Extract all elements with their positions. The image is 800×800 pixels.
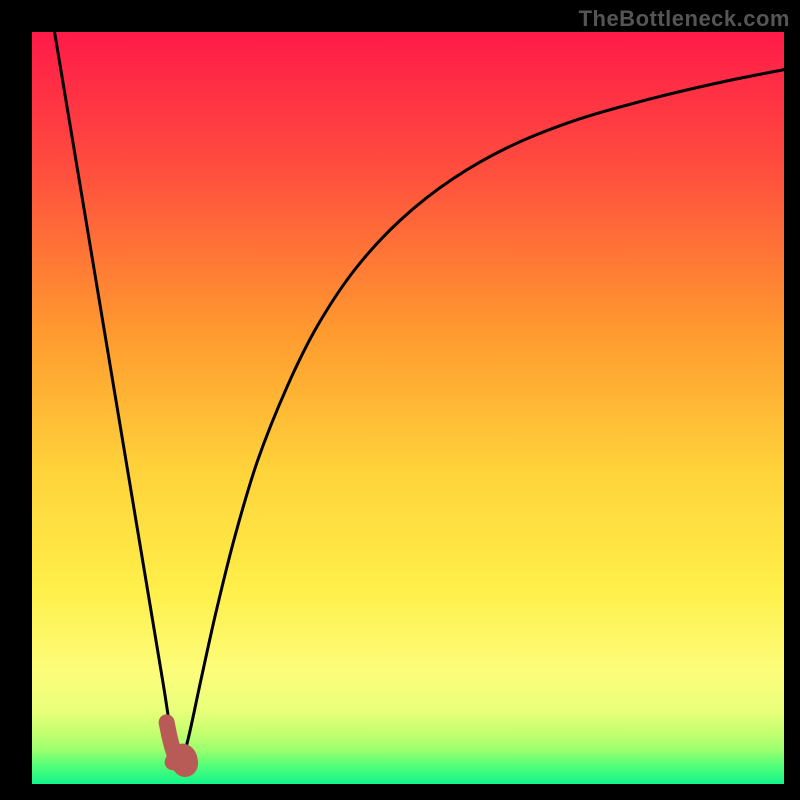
left-branch-curve bbox=[55, 32, 174, 745]
chart-frame: TheBottleneck.com bbox=[0, 0, 800, 800]
right-branch-curve bbox=[182, 70, 784, 762]
watermark-text: TheBottleneck.com bbox=[579, 6, 790, 32]
optimum-marker bbox=[167, 722, 190, 769]
chart-plot bbox=[32, 32, 784, 784]
